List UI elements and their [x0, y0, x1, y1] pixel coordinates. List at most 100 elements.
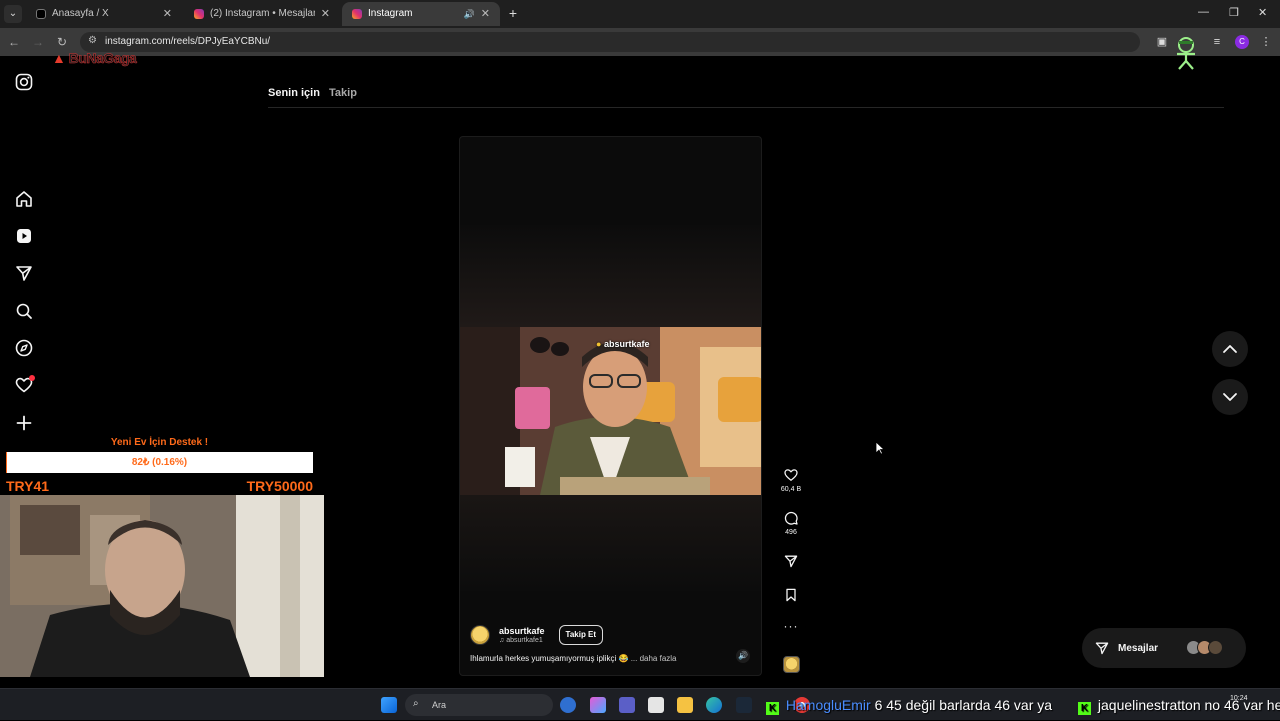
comment-button[interactable]: 496 [779, 510, 803, 536]
share-icon [783, 553, 799, 569]
taskbar-search[interactable]: ⌕ Ara [405, 694, 553, 716]
forward-icon[interactable]: → [30, 34, 46, 50]
donation-min: TRY41 [6, 478, 49, 494]
see-more-link[interactable]: ... daha fazla [631, 654, 677, 663]
tab-following[interactable]: Takip [329, 87, 357, 99]
follow-button[interactable]: Takip Et [559, 625, 604, 645]
video-watermark: ● absurtkafe [596, 339, 649, 349]
chevron-down-icon [1212, 379, 1248, 415]
new-tab-button[interactable]: + [505, 5, 521, 21]
webcam-feed [0, 495, 324, 677]
save-button[interactable] [779, 587, 803, 603]
mascot-icon [1172, 36, 1200, 70]
windows-taskbar: ⌕ Ara K HamogluEmir 6 45 değil barlarda … [0, 688, 1280, 720]
notifications-icon[interactable] [14, 375, 34, 395]
instagram-logo-icon[interactable] [14, 72, 34, 92]
window-close-icon[interactable]: ✕ [1258, 6, 1267, 19]
like-count: 60,4 B [779, 486, 803, 493]
search-icon: ⌕ [413, 698, 419, 709]
reel-caption: Ihlamurla herkes yumuşamıyormuş iplikçi … [470, 654, 677, 663]
restore-icon[interactable]: ❐ [1229, 6, 1239, 19]
donation-max: TRY50000 [247, 478, 313, 494]
mute-toggle-button[interactable]: 🔊 [736, 649, 750, 663]
cast-icon[interactable]: ▣ [1155, 35, 1169, 49]
site-info-icon[interactable]: ⚙ [88, 35, 100, 47]
donation-goal-widget: Yeni Ev İçin Destek ! 82₺ (0.16%) TRY41 … [6, 437, 313, 495]
start-icon[interactable] [381, 697, 397, 713]
kick-badge-icon: K [1078, 702, 1091, 715]
author-username[interactable]: absurtkafe [499, 626, 545, 636]
chat-text: jaquelinestratton no 46 var he [1098, 697, 1280, 713]
chevron-up-icon [1212, 331, 1248, 367]
reels-icon[interactable] [14, 226, 34, 246]
comment-icon [783, 510, 799, 526]
reel-video-frame[interactable]: ● absurtkafe [460, 327, 762, 495]
direct-messages-icon[interactable] [14, 263, 34, 283]
share-button[interactable] [779, 553, 803, 569]
tab-instagram-active[interactable]: Instagram 🔊 ✕ [342, 2, 500, 26]
stream-logo: ▲ BuNaGaga [52, 50, 136, 66]
kick-badge-icon: K [766, 702, 779, 715]
chat-username: HamogluEmir [786, 697, 871, 713]
close-icon[interactable]: ✕ [321, 2, 330, 26]
donation-progress-bar: 82₺ (0.16%) [6, 452, 313, 473]
messages-button[interactable]: Mesajlar [1082, 628, 1246, 668]
comment-count: 496 [779, 529, 803, 536]
copilot-icon[interactable] [590, 697, 606, 713]
next-reel-button[interactable] [1212, 379, 1248, 415]
previous-reel-button[interactable] [1212, 331, 1248, 367]
reel-author: absurtkafe ♫ absurtkafe1 Takip Et [470, 625, 603, 645]
explore-icon[interactable] [14, 338, 34, 358]
steam-icon[interactable] [736, 697, 752, 713]
file-explorer-icon[interactable] [677, 697, 693, 713]
profile-avatar[interactable]: C [1235, 35, 1249, 49]
mouse-cursor-icon [875, 441, 885, 455]
flame-icon: ▲ [52, 50, 65, 66]
menu-icon[interactable]: ⋮ [1259, 35, 1273, 49]
home-icon[interactable] [14, 189, 34, 209]
browser-tab-strip: ⌄ Anasayfa / X ✕ (2) Instagram • Mesajla… [0, 0, 1280, 28]
donation-title: Yeni Ev İçin Destek ! [6, 437, 313, 448]
address-bar[interactable]: ⚙ instagram.com/reels/DPJyEaYCBNu/ [80, 32, 1140, 52]
tab-for-you[interactable]: Senin için [268, 87, 320, 99]
close-icon[interactable]: ✕ [163, 2, 172, 26]
heart-icon [783, 467, 799, 483]
teams-icon[interactable] [619, 697, 635, 713]
messages-label: Mesajlar [1118, 643, 1158, 654]
audio-attribution[interactable]: ♫ absurtkafe1 [499, 637, 545, 644]
store-icon[interactable] [648, 697, 664, 713]
edge-icon[interactable] [706, 697, 722, 713]
direct-messages-icon [1094, 640, 1110, 656]
reel-player[interactable]: ● absurtkafe absurtkafe ♫ absurtkafe1 Ta… [459, 136, 762, 676]
browser-toolbar: ← → ↻ ⚙ instagram.com/reels/DPJyEaYCBNu/… [0, 28, 1280, 56]
webcam-image [0, 495, 324, 677]
chat-ticker-message: K jaquelinestratton no 46 var he [1078, 689, 1280, 721]
tab-search-button[interactable]: ⌄ [4, 5, 22, 23]
chat-text: 6 45 değil barlarda 46 var ya [875, 697, 1052, 713]
taskbar-clock[interactable]: 10:24 [1230, 693, 1248, 704]
back-icon[interactable]: ← [6, 34, 22, 50]
reload-icon[interactable]: ↻ [54, 34, 70, 50]
tab-instagram-messages[interactable]: (2) Instagram • Mesajlar ✕ [184, 2, 340, 26]
feed-divider [268, 107, 1224, 108]
tab-twitter[interactable]: Anasayfa / X ✕ [26, 2, 182, 26]
instagram-icon [194, 9, 204, 19]
author-avatar[interactable] [470, 625, 490, 645]
minimize-icon[interactable]: — [1198, 6, 1209, 18]
close-icon[interactable]: ✕ [481, 2, 490, 26]
audio-thumbnail[interactable] [783, 656, 800, 673]
search-icon[interactable] [14, 301, 34, 321]
x-icon [36, 9, 46, 19]
create-icon[interactable] [14, 413, 34, 433]
feed-tabs: Senin için Takip [268, 87, 363, 99]
bookmark-icon [783, 587, 799, 603]
video-scene-image [460, 327, 762, 495]
instagram-icon [352, 9, 362, 19]
task-view-icon[interactable] [560, 697, 576, 713]
avatar [1208, 640, 1223, 655]
like-button[interactable]: 60,4 B [779, 467, 803, 493]
media-control-icon[interactable]: ≡ [1210, 35, 1224, 49]
speaker-icon[interactable]: 🔊 [464, 2, 475, 26]
message-avatars [1190, 640, 1223, 655]
more-options-icon[interactable]: ··· [779, 619, 803, 633]
